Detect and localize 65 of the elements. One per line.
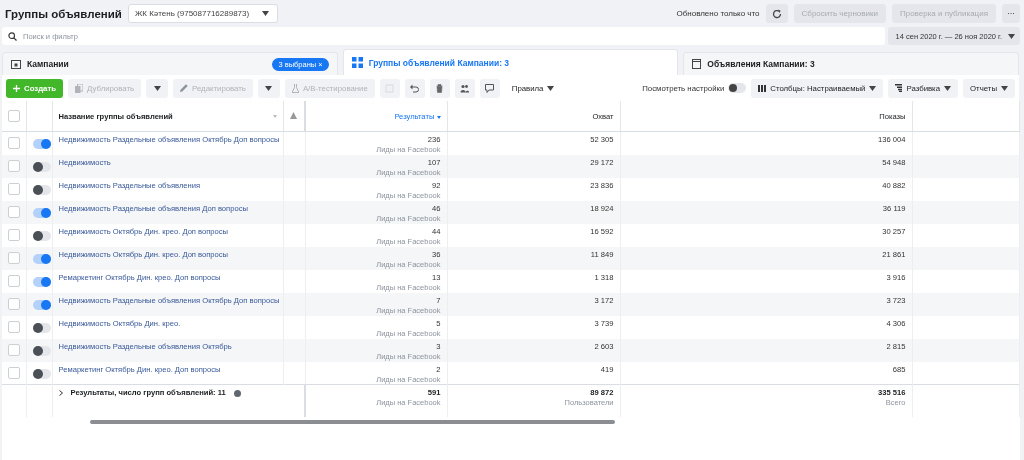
row-checkbox[interactable] (8, 274, 20, 287)
row-checkbox[interactable] (8, 182, 20, 195)
grid-icon (351, 57, 363, 68)
undo-icon (410, 83, 420, 93)
status-toggle[interactable] (32, 184, 51, 195)
status-toggle[interactable] (32, 345, 51, 356)
refresh-icon (771, 8, 782, 19)
status-toggle[interactable] (32, 139, 51, 149)
people-button[interactable] (454, 78, 475, 98)
pencil-icon (180, 84, 189, 92)
expand-icon[interactable] (58, 390, 63, 396)
caret-icon (1008, 33, 1015, 39)
status-toggle[interactable] (32, 276, 51, 287)
dropdown-button[interactable] (146, 78, 169, 98)
status-toggle[interactable] (32, 230, 51, 241)
columns-icon (758, 84, 767, 92)
update-status: Обновлено только что (676, 9, 760, 18)
status-toggle[interactable] (32, 207, 51, 218)
breakdown-icon (895, 84, 903, 92)
toggle-switch[interactable] (728, 83, 747, 93)
dropdown-button[interactable] (257, 78, 280, 98)
status-toggle[interactable] (32, 299, 51, 310)
tab[interactable]: Группы объявлений Кампании: 3 (342, 49, 679, 75)
row-checkbox[interactable] (8, 320, 20, 333)
warning-icon (290, 111, 298, 119)
info-icon (233, 389, 241, 397)
flask-icon (291, 83, 299, 93)
caret-icon (547, 85, 555, 91)
sort-icon (436, 115, 441, 119)
status-toggle[interactable] (32, 322, 51, 333)
row-checkbox[interactable] (8, 343, 20, 356)
select-all-checkbox[interactable] (8, 110, 20, 122)
status-toggle[interactable] (32, 368, 51, 379)
status-toggle[interactable] (32, 253, 51, 264)
row-checkbox[interactable] (8, 297, 20, 310)
tab[interactable]: Объявления Кампании: 3 (683, 52, 1019, 75)
caret-icon (265, 85, 273, 91)
caret-icon (153, 85, 161, 91)
scrollbar[interactable] (90, 419, 615, 424)
more-button[interactable]: ··· (1002, 4, 1020, 23)
trash-icon (435, 83, 445, 93)
copy-icon (75, 83, 84, 93)
row-checkbox[interactable] (8, 366, 20, 379)
sort-icon (272, 114, 277, 118)
caret-icon (869, 85, 877, 91)
account-dropdown[interactable]: ЖК Кәтень (975087716289873) (127, 4, 278, 23)
caret-icon (261, 11, 269, 16)
folder-icon (11, 59, 21, 69)
row-checkbox[interactable] (8, 159, 20, 172)
trash-button[interactable] (429, 78, 450, 98)
undo-button[interactable] (404, 78, 425, 98)
row-checkbox[interactable] (8, 137, 20, 149)
row-checkbox[interactable] (8, 251, 20, 264)
ad-icon (692, 59, 702, 69)
plus-icon (13, 84, 20, 92)
caret-icon (1001, 85, 1008, 91)
people-icon (460, 83, 470, 93)
row-checkbox[interactable] (8, 228, 20, 241)
status-toggle[interactable] (32, 161, 51, 172)
caret-icon (944, 85, 952, 91)
page-title: Группы объявлений (5, 7, 122, 20)
comment-icon (485, 83, 495, 93)
comment-button[interactable] (479, 78, 500, 98)
row-checkbox[interactable] (8, 205, 20, 218)
refresh-button[interactable] (765, 4, 788, 23)
